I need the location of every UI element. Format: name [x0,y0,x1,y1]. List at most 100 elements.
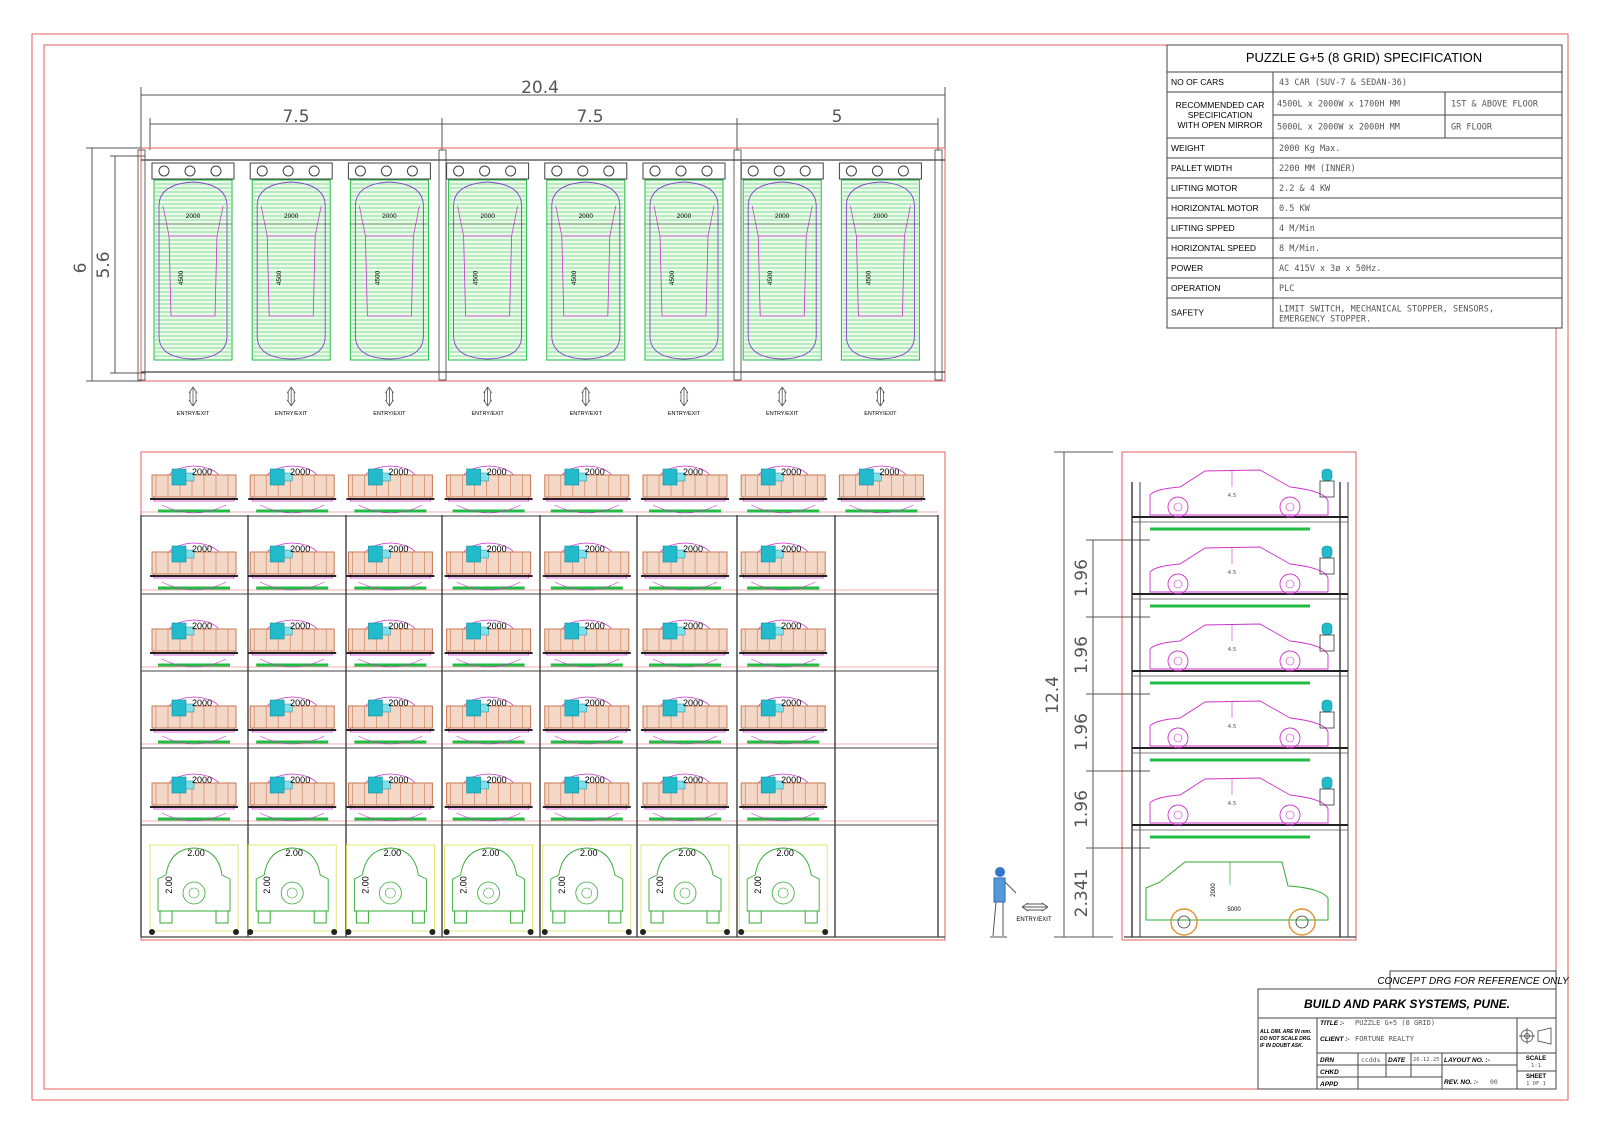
entry-label: ENTRY/EXIT [471,411,504,417]
front-car-label: 2000 [585,544,605,554]
motor-icon [368,699,383,717]
spec-label: NO OF CARS [1171,77,1224,87]
entry-arrow-icon [385,386,394,407]
front-car: 2000 [542,619,631,668]
front-car: 2000 [248,465,337,514]
side-suv: 5000 2000 [1145,861,1329,936]
title-value: PUZZLE G+5 (8 GRID) [1355,1019,1435,1027]
spec-label: PALLET WIDTH [1171,163,1232,173]
front-car: 2000 [444,696,533,745]
front-car-label: 2000 [388,698,408,708]
spec-value: 4500L x 2000W x 1700H MM [1277,100,1400,110]
wheel-icon [1170,908,1198,936]
front-car-label: 2000 [290,544,310,554]
front-car: 2000 [542,465,631,514]
drn-label: DRN [1320,1057,1334,1064]
entry-arrow-icon [286,386,296,407]
plan-bay-width-label: 2000 [284,213,299,220]
motor-icon [368,468,383,486]
plan-bay-length-label: 4500 [374,270,381,285]
plan-bay-width-label: 2000 [480,213,495,220]
sheet-label: SHEET [1526,1074,1546,1080]
front-car: 2000 [150,696,238,745]
total-height-dim: 12.4 [1043,676,1063,714]
person-entry-arrow-icon [1021,902,1049,912]
level-height-dim-3: 1.96 [1072,713,1092,751]
note-3: IF IN DOUBT ASK. [1260,1043,1303,1049]
plan-bay-length-label: 4500 [767,270,774,285]
side-sedan: 4.5 [1132,622,1348,685]
front-car-label: 2000 [683,544,703,554]
plan-bay: 2000 4500 ENTRY/EXIT [347,162,431,417]
front-car-label: 2000 [388,621,408,631]
wheel-icon [1167,727,1189,749]
front-ground-suvs: 2.002.002.002.002.002.002.002.002.002.00… [149,844,829,935]
motor-icon [269,622,285,640]
plan-bay-width-label: 2000 [873,213,888,220]
side-sedan: 4.5 [1132,776,1348,839]
motor-icon [760,468,776,486]
plan-bay: 2000 4500 ENTRY/EXIT [151,162,235,417]
wheel-icon [1167,573,1189,595]
front-car: 2000 [346,696,435,745]
side-structure [1124,482,1356,938]
side-sedan-label: 4.5 [1228,570,1237,576]
front-car: 2000 [248,773,337,822]
layout-label: LAYOUT NO. :- [1444,1057,1490,1064]
entry-label: ENTRY/EXIT [177,411,210,417]
front-car: 2000 [739,542,828,591]
plan-bay: 2000 4500 ENTRY/EXIT [446,162,530,417]
front-car-label: 2000 [487,775,507,785]
motor-icon [564,699,580,717]
spec-value: 2200 MM (INNER) [1279,164,1356,174]
spec-value: 8 M/Min. [1279,244,1320,254]
front-car: 2000 [739,619,828,668]
entry-arrow-icon [188,386,198,407]
ground-suv-height-label: 2.00 [459,876,469,894]
motor-icon [368,776,383,794]
plan-bay-width-label: 2000 [579,213,594,220]
motor-icon [466,622,481,640]
side-sedan-label: 4.5 [1228,801,1237,807]
overall-width-dim: 20.4 [521,78,559,98]
plan-bay: 2000 4500 ENTRY/EXIT [544,162,628,417]
spec-label: LIFTING MOTOR [1171,183,1237,193]
plan-bay: 2000 4500 ENTRY/EXIT [740,162,824,417]
beacon-icon [1321,776,1333,790]
wheel-icon [1279,804,1301,826]
plan-bay-length-label: 4500 [571,270,578,285]
motor-icon [466,545,481,563]
ground-height-dim: 2.341 [1072,869,1092,918]
front-car: 2000 [248,696,337,745]
front-car-label: 2000 [290,467,310,477]
beacon-icon [1321,699,1333,713]
plan-bay-length-label: 4500 [473,270,480,285]
front-car-label: 2000 [388,775,408,785]
plan-column [733,149,742,381]
projection-symbol-icon [1519,1027,1552,1045]
motor-icon [269,545,285,563]
motor-icon [662,699,678,717]
motor-icon [171,699,187,717]
client-label: CLIENT :- [1320,1036,1350,1043]
front-car: 2000 [739,696,828,745]
front-car: 2000 [542,542,631,591]
front-car-label: 2000 [290,698,310,708]
wheel-icon [1167,650,1189,672]
spec-value: 2.2 & 4 KW [1279,184,1331,194]
spec-row: HORIZONTAL MOTOR 0.5 KW [1171,203,1311,214]
plan-bay-width-label: 2000 [186,213,201,220]
motor-icon [564,545,580,563]
motor-icon [466,776,481,794]
motor-icon [760,622,776,640]
spec-value: 0.5 KW [1279,204,1311,214]
ground-suv-width-label: 2.00 [776,848,794,858]
ground-suv: 2.00 2.00 [149,844,239,935]
front-car: 2000 [444,542,533,591]
front-car-label: 2000 [192,775,212,785]
spec-value: 2000 Kg Max. [1279,144,1340,154]
spec-label: POWER [1171,263,1203,273]
front-car: 2000 [444,619,533,668]
spare-wheel-icon [477,881,501,905]
spec-label: SPECIFICATION [1188,110,1253,120]
